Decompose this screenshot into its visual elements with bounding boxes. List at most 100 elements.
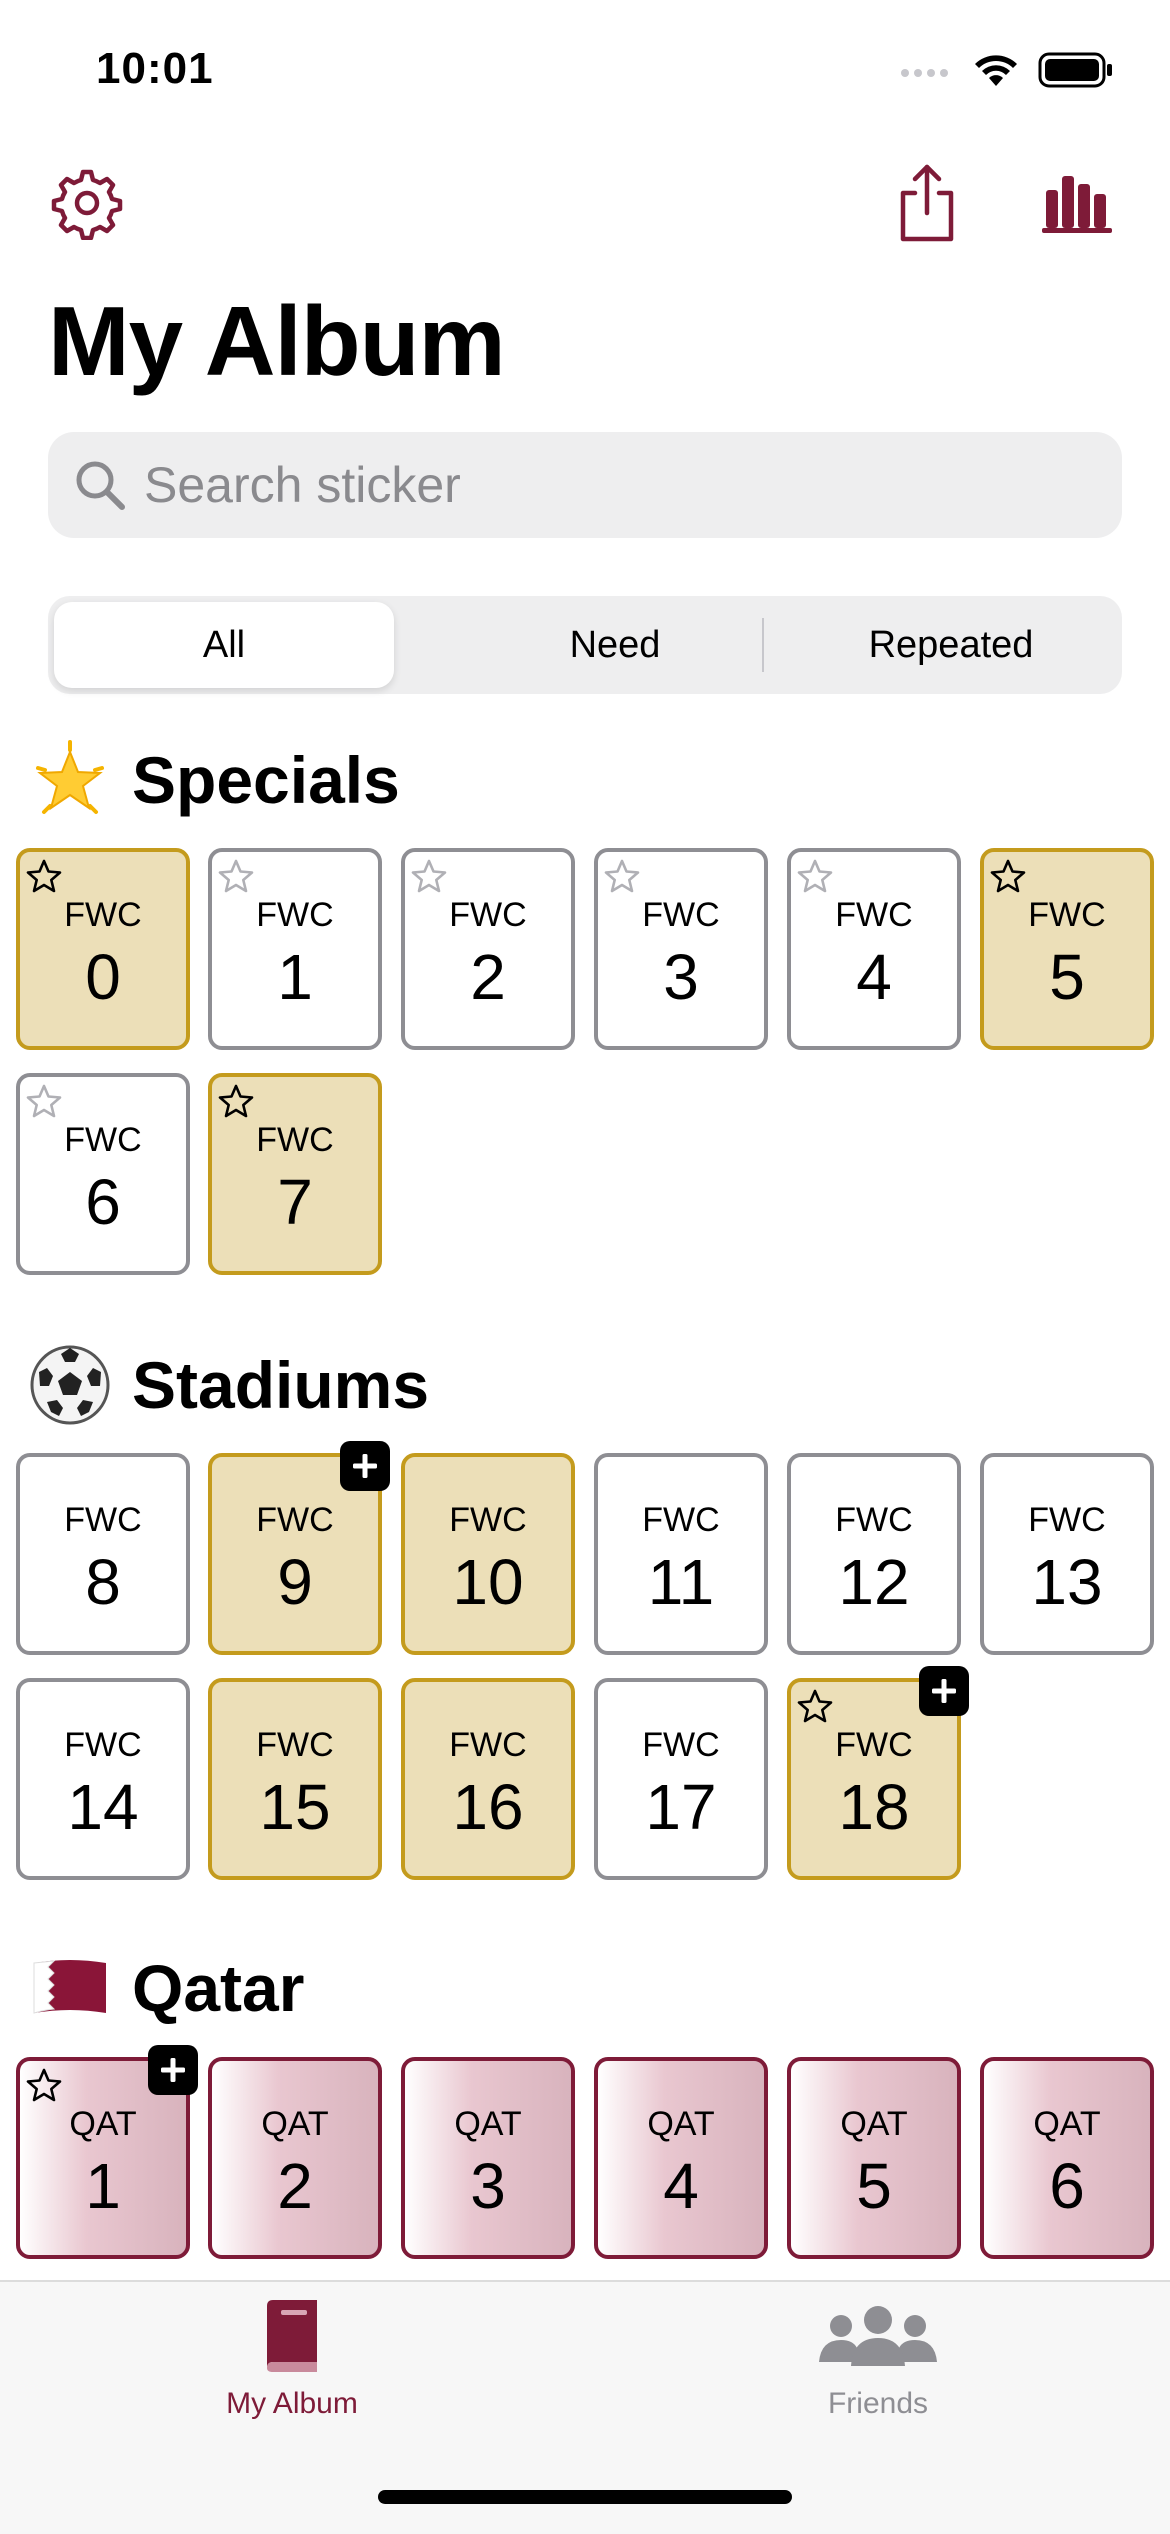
sticker-number: 13 bbox=[1031, 1546, 1103, 1618]
stats-button[interactable] bbox=[1033, 160, 1123, 250]
sticker-card[interactable]: FWC 8 bbox=[16, 1453, 190, 1655]
sticker-card[interactable]: FWC 9 bbox=[208, 1441, 390, 1655]
sticker-card[interactable]: FWC 4 bbox=[787, 848, 961, 1050]
sticker-card[interactable]: FWC 5 bbox=[980, 848, 1154, 1050]
sticker-code: FWC bbox=[1028, 896, 1106, 934]
sticker-code: FWC bbox=[449, 896, 527, 934]
sticker-card[interactable]: FWC 3 bbox=[594, 848, 768, 1050]
sticker-number: 2 bbox=[470, 941, 506, 1013]
sticker-code: QAT bbox=[69, 2105, 137, 2143]
sticker-card[interactable]: FWC 1 bbox=[208, 848, 382, 1050]
sticker-number: 15 bbox=[259, 1771, 331, 1843]
filter-segmented-control: All Need Repeated bbox=[48, 596, 1122, 694]
home-indicator bbox=[378, 2490, 792, 2504]
share-button[interactable] bbox=[882, 160, 972, 250]
sticker-card[interactable]: FWC 16 bbox=[401, 1678, 575, 1880]
section-header-stadiums: Stadiums bbox=[28, 1343, 429, 1427]
sticker-number: 17 bbox=[645, 1771, 717, 1843]
sticker-card[interactable]: QAT 2 bbox=[208, 2057, 382, 2259]
sticker-card[interactable]: FWC 11 bbox=[594, 1453, 768, 1655]
sticker-number: 8 bbox=[85, 1546, 121, 1618]
sticker-card[interactable]: FWC 6 bbox=[16, 1073, 190, 1275]
page-title: My Album bbox=[48, 286, 506, 396]
sticker-number: 6 bbox=[85, 1166, 121, 1238]
sticker-card[interactable]: FWC 0 bbox=[16, 848, 190, 1050]
sticker-number: 7 bbox=[277, 1166, 313, 1238]
sticker-card[interactable]: QAT 3 bbox=[401, 2057, 575, 2259]
sticker-code: QAT bbox=[454, 2105, 522, 2143]
sticker-code: FWC bbox=[64, 1121, 142, 1159]
segment-all[interactable]: All bbox=[54, 602, 394, 688]
sticker-card[interactable]: QAT 1 bbox=[16, 2045, 198, 2259]
sticker-code: FWC bbox=[835, 1501, 913, 1539]
sticker-card[interactable]: FWC 13 bbox=[980, 1453, 1154, 1655]
search-bar[interactable] bbox=[48, 432, 1122, 538]
section-title: Qatar bbox=[132, 1951, 305, 2025]
wifi-icon bbox=[972, 52, 1020, 93]
tab-label-friends: Friends bbox=[827, 2387, 929, 2420]
sticker-code: FWC bbox=[642, 896, 720, 934]
sticker-number: 5 bbox=[856, 2150, 892, 2222]
section-title: Stadiums bbox=[132, 1348, 430, 1422]
qatar-flag-icon bbox=[28, 1946, 112, 2030]
segment-need[interactable]: Need bbox=[450, 602, 780, 688]
sticker-card[interactable]: FWC 15 bbox=[208, 1678, 382, 1880]
sticker-number: 2 bbox=[277, 2150, 313, 2222]
sticker-number: 1 bbox=[277, 941, 313, 1013]
star-icon bbox=[990, 858, 1026, 894]
soccer-ball-icon bbox=[28, 1343, 112, 1427]
share-icon bbox=[895, 163, 959, 248]
sticker-card[interactable]: QAT 4 bbox=[594, 2057, 768, 2259]
sticker-code: FWC bbox=[64, 1726, 142, 1764]
search-input[interactable] bbox=[142, 455, 1046, 515]
status-time: 10:01 bbox=[96, 44, 214, 93]
sticker-code: FWC bbox=[449, 1501, 527, 1539]
sticker-card[interactable]: FWC 10 bbox=[401, 1453, 575, 1655]
toolbar bbox=[0, 160, 1170, 250]
star-icon bbox=[26, 858, 62, 894]
star-icon bbox=[218, 858, 254, 894]
section-header-qatar: Qatar bbox=[28, 1946, 304, 2030]
status-icons bbox=[900, 52, 1114, 93]
plus-icon bbox=[340, 1441, 390, 1491]
sticker-code: FWC bbox=[835, 896, 913, 934]
album-book-icon bbox=[257, 2296, 327, 2381]
section-header-specials: Specials bbox=[28, 738, 400, 822]
sticker-card[interactable]: QAT 6 bbox=[980, 2057, 1154, 2259]
sticker-code: QAT bbox=[1033, 2105, 1101, 2143]
gear-icon bbox=[50, 166, 124, 245]
sticker-card[interactable]: FWC 17 bbox=[594, 1678, 768, 1880]
sticker-code: QAT bbox=[647, 2105, 715, 2143]
sticker-card[interactable]: QAT 5 bbox=[787, 2057, 961, 2259]
star-icon bbox=[797, 858, 833, 894]
tab-friends[interactable]: Friends bbox=[728, 2296, 1028, 2456]
sticker-card[interactable]: FWC 18 bbox=[787, 1666, 969, 1880]
sticker-card[interactable]: FWC 14 bbox=[16, 1678, 190, 1880]
sticker-code: QAT bbox=[261, 2105, 329, 2143]
cellular-signal-icon bbox=[900, 60, 954, 85]
sticker-code: FWC bbox=[642, 1501, 720, 1539]
tab-my-album[interactable]: My Album bbox=[142, 2296, 442, 2456]
sticker-code: FWC bbox=[64, 896, 142, 934]
bar-chart-icon bbox=[1042, 172, 1114, 239]
sticker-number: 11 bbox=[647, 1546, 715, 1618]
sticker-code: FWC bbox=[256, 896, 334, 934]
sticker-number: 3 bbox=[470, 2150, 506, 2222]
sticker-number: 5 bbox=[1049, 941, 1085, 1013]
star-icon bbox=[411, 858, 447, 894]
battery-icon bbox=[1038, 52, 1114, 93]
settings-button[interactable] bbox=[42, 160, 132, 250]
people-group-icon bbox=[813, 2296, 943, 2381]
plus-icon bbox=[919, 1666, 969, 1716]
sticker-number: 18 bbox=[838, 1771, 910, 1843]
star-icon bbox=[26, 2067, 62, 2103]
sticker-code: QAT bbox=[840, 2105, 908, 2143]
sticker-card[interactable]: FWC 12 bbox=[787, 1453, 961, 1655]
sticker-code: FWC bbox=[256, 1726, 334, 1764]
plus-icon bbox=[148, 2045, 198, 2095]
sticker-number: 9 bbox=[277, 1546, 313, 1618]
sticker-number: 10 bbox=[452, 1546, 524, 1618]
segment-repeated[interactable]: Repeated bbox=[786, 602, 1116, 688]
sticker-card[interactable]: FWC 2 bbox=[401, 848, 575, 1050]
sticker-card[interactable]: FWC 7 bbox=[208, 1073, 382, 1275]
